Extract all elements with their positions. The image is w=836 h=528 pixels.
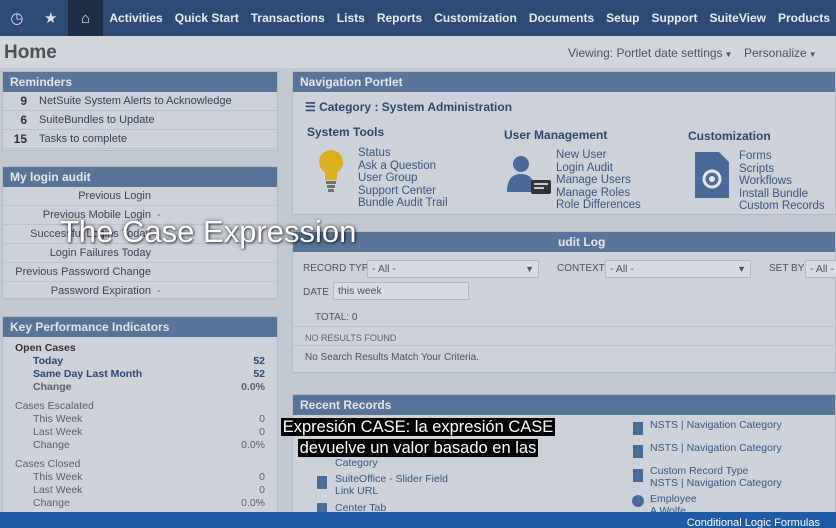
recent-icon[interactable]: ◷	[0, 0, 34, 36]
menu-documents[interactable]: Documents	[523, 0, 600, 36]
menu-activities[interactable]: Activities	[103, 0, 168, 36]
subtitle-line: devuelve un valor basado en las	[0, 438, 836, 459]
top-navigation-bar: ◷ ★ ⌂ Activities Quick Start Transaction…	[0, 0, 836, 36]
menu-reports[interactable]: Reports	[371, 0, 428, 36]
menu-quick-start[interactable]: Quick Start	[169, 0, 245, 36]
bottom-banner-text: Conditional Logic Formulas	[686, 517, 820, 528]
subtitle-text: devuelve un valor basado en las	[297, 439, 539, 457]
menu-customization[interactable]: Customization	[428, 0, 523, 36]
video-title-overlay: The Case Expression	[60, 214, 357, 249]
subtitle-text: Expresión CASE: la expresión CASE	[280, 418, 556, 436]
subtitle-line: Expresión CASE: la expresión CASE	[0, 417, 836, 438]
home-icon[interactable]: ⌂	[67, 0, 104, 36]
menu-lists[interactable]: Lists	[331, 0, 371, 36]
bottom-banner: Conditional Logic Formulas	[0, 512, 836, 528]
star-icon[interactable]: ★	[34, 0, 68, 36]
menu-products[interactable]: Products	[772, 0, 836, 36]
menu-transactions[interactable]: Transactions	[245, 0, 331, 36]
menu-setup[interactable]: Setup	[600, 0, 645, 36]
menu-support[interactable]: Support	[646, 0, 704, 36]
menu-suiteview[interactable]: SuiteView	[704, 0, 772, 36]
